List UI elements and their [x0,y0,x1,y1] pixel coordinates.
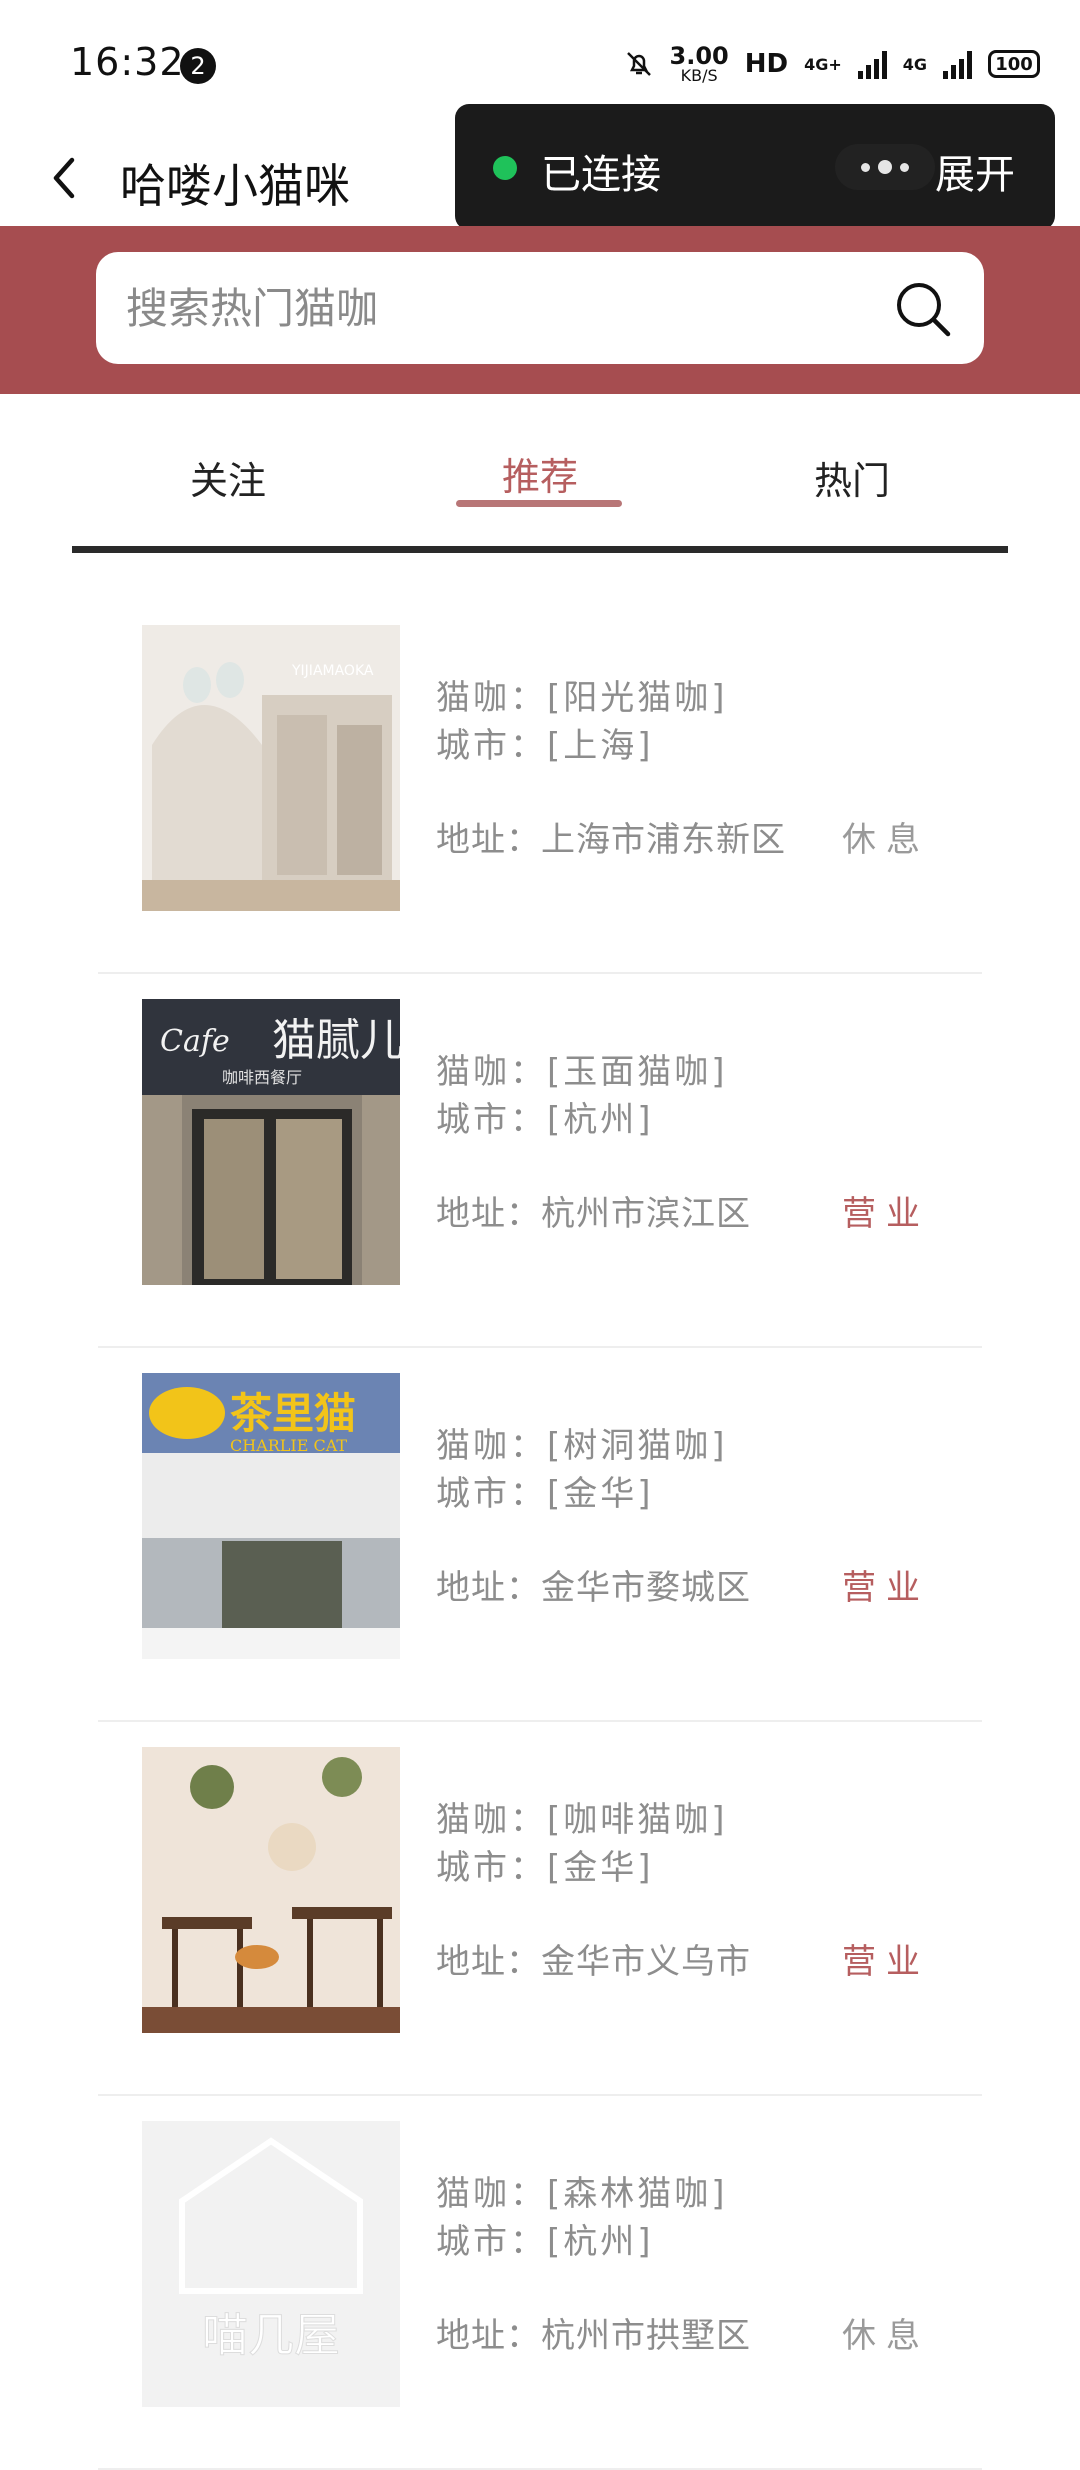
back-icon[interactable] [38,150,94,206]
tab-divider [72,546,1008,553]
net-speed-unit: KB/S [680,66,718,85]
cafe-thumbnail: 喵几屋 [142,2121,400,2407]
search-icon[interactable] [892,278,954,340]
cafe2-sign: 猫腻儿 [272,1015,400,1066]
cafe-address: 地址：金华市义乌市 [436,1942,751,1982]
cafe-storefront-image: 喵几屋 [142,2121,400,2407]
cafe-status: 休息 [842,820,930,860]
cafe-city: 城市：[杭州] [436,2222,654,2262]
cafe-thumbnail: YIJIAMAOKA [142,625,400,911]
cafe-thumbnail: 茶里猫 CHARLIE CAT [142,1373,400,1659]
cafe-thumbnail [142,1747,400,2033]
cafe5-sign: 喵几屋 [202,2308,340,2362]
cafe-address: 地址：上海市浦东新区 [436,820,786,860]
cafe-status: 营业 [842,1942,930,1982]
net-speed-value: 3.00 [669,42,729,70]
cafe-thumbnail: Cafe 猫腻儿 咖啡西餐厅 [142,999,400,1285]
net-4g-plus-label: 4G+ [804,54,842,74]
tab-recommend[interactable]: 推荐 [502,446,578,501]
more-dots-icon[interactable] [835,144,935,190]
list-item[interactable]: 喵几屋 猫咖：[森林猫咖] 城市：[杭州] 地址：杭州市拱墅区 休息 [98,2096,982,2470]
tab-bar: 关注 推荐 热门 [72,430,1008,556]
cafe-status: 休息 [842,2316,930,2356]
cafe-storefront-image: Cafe 猫腻儿 咖啡西餐厅 [142,999,400,1285]
cafe-name: 猫咖：[森林猫咖] [436,2174,728,2214]
expand-button[interactable]: 展开 [935,142,1015,200]
mute-bell-icon [626,52,651,76]
cafe3-sign: 茶里猫 [230,1389,356,1438]
cafe2-script: Cafe [160,1024,230,1059]
cafe-status: 营业 [842,1568,930,1608]
cafe2-sub: 咖啡西餐厅 [222,1068,302,1087]
tab-hot[interactable]: 热门 [814,450,890,505]
cafe-address: 地址：杭州市拱墅区 [436,2316,751,2356]
hd-label: HD [744,49,789,79]
cafe-address: 地址：金华市婺城区 [436,1568,751,1608]
cafe1-sign: YIJIAMAOKA [291,663,374,679]
list-item[interactable]: 猫咖：[咖啡猫咖] 城市：[金华] 地址：金华市义乌市 营业 [98,1722,982,2096]
connection-status-pill[interactable]: 已连接 展开 [455,104,1055,230]
cafe-storefront-image: YIJIAMAOKA [142,625,400,911]
search-band [0,226,1080,394]
list-item[interactable]: Cafe 猫腻儿 咖啡西餐厅 猫咖：[玉面猫咖] 城市：[杭州] 地址：杭州市滨… [98,974,982,1348]
status-time: 16:32 [70,40,185,84]
cafe3-sub: CHARLIE CAT [230,1436,347,1455]
net-speed: 3.00 KB/S [670,44,729,84]
cafe-name: 猫咖：[玉面猫咖] [436,1052,728,1092]
cafe-name: 猫咖：[咖啡猫咖] [436,1800,728,1840]
battery-icon: 100 [988,50,1040,78]
connected-dot-icon [493,156,517,180]
cafe-status: 营业 [842,1194,930,1234]
battery-level: 100 [995,53,1033,75]
list-item[interactable]: 茶里猫 CHARLIE CAT 猫咖：[树洞猫咖] 城市：[金华] 地址：金华市… [98,1348,982,1722]
cafe-name: 猫咖：[树洞猫咖] [436,1426,728,1466]
search-box [96,252,984,364]
cafe-storefront-image: 茶里猫 CHARLIE CAT [142,1373,400,1659]
page-title: 哈喽小猫咪 [120,159,350,213]
cafe-address: 地址：杭州市滨江区 [436,1194,751,1234]
status-icons: 3.00 KB/S HD 4G+ 4G 100 [624,44,1040,84]
search-input[interactable] [124,252,884,364]
signal-icon-2 [943,49,972,79]
notification-badge: 2 [180,48,216,84]
tab-follow[interactable]: 关注 [190,450,266,505]
cafe-interior-image [142,1747,400,2033]
signal-icon [857,49,887,79]
connection-status-label: 已连接 [541,152,661,198]
cafe-city: 城市：[金华] [436,1848,654,1888]
cafe-city: 城市：[杭州] [436,1100,654,1140]
cafe-name: 猫咖：[阳光猫咖] [436,678,728,718]
list-item[interactable]: YIJIAMAOKA 猫咖：[阳光猫咖] 城市：[上海] 地址：上海市浦东新区 … [98,600,982,974]
cafe-city: 城市：[金华] [436,1474,654,1514]
cafe-city: 城市：[上海] [436,726,654,766]
net-4g-label: 4G [902,54,927,74]
active-tab-indicator [456,500,622,507]
